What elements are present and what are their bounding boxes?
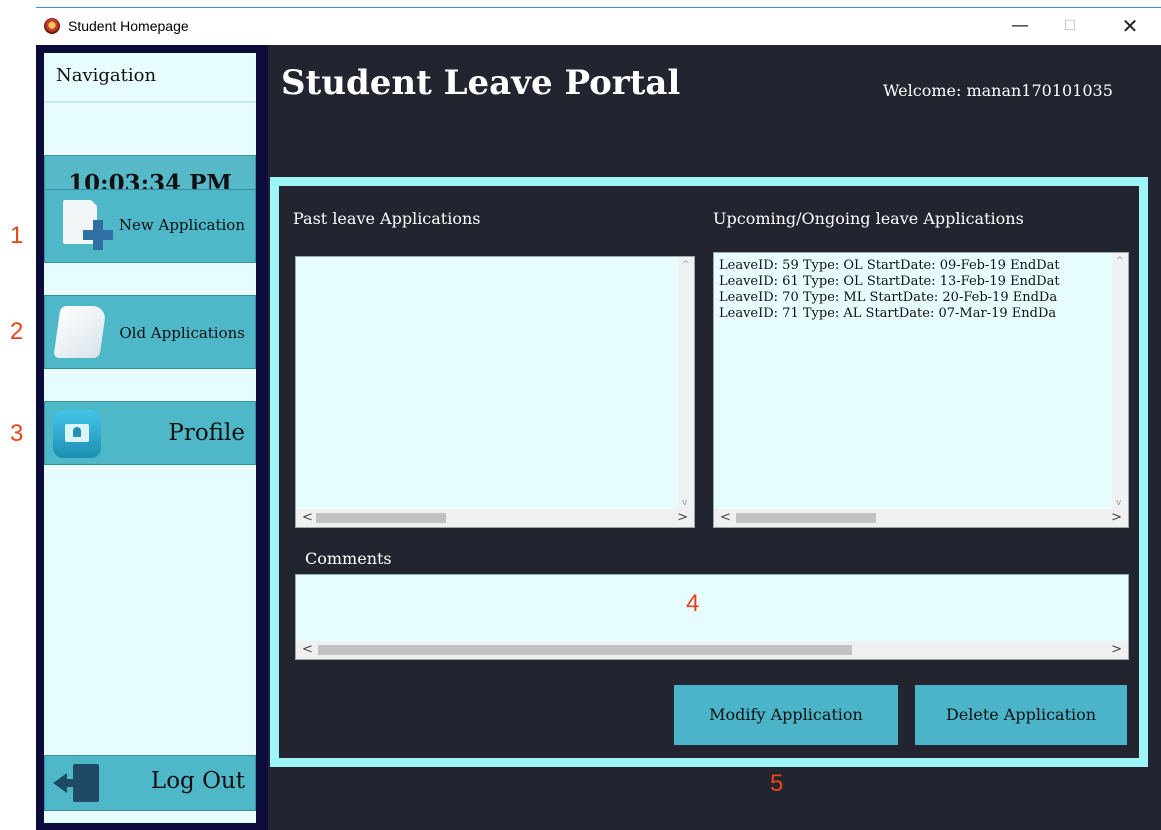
scroll-right-icon[interactable]: > (1111, 642, 1122, 657)
scrollbar-thumb[interactable] (316, 513, 446, 523)
list-item[interactable]: LeaveID: 71 Type: AL StartDate: 07-Mar-1… (719, 306, 1110, 322)
annotation-3: 3 (10, 420, 24, 447)
scroll-down-icon[interactable]: v (1116, 498, 1121, 508)
minimize-button[interactable]: — (1004, 14, 1036, 38)
plus-icon (83, 220, 113, 250)
annotation-5: 5 (770, 770, 784, 797)
scroll-right-icon[interactable]: > (1111, 510, 1122, 525)
scroll-up-icon[interactable]: ^ (682, 260, 690, 270)
scroll-down-icon[interactable]: v (682, 498, 687, 508)
delete-application-button[interactable]: Delete Application (915, 685, 1127, 745)
past-applications-list[interactable]: ^ v < > (295, 256, 695, 528)
new-application-label: New Application (118, 216, 245, 234)
logout-button[interactable]: Log Out (44, 755, 256, 811)
modify-application-button[interactable]: Modify Application (674, 685, 898, 745)
profile-icon (53, 410, 101, 458)
app-client-area: Navigation 10:03:34 PM New Application O… (36, 45, 1161, 830)
upcoming-list-vertical-scrollbar[interactable]: ^ v (1112, 253, 1128, 511)
past-list-vertical-scrollbar[interactable]: ^ v (678, 257, 694, 511)
old-applications-label: Old Applications (119, 324, 245, 342)
upcoming-list-items: LeaveID: 59 Type: OL StartDate: 09-Feb-1… (719, 258, 1110, 322)
scroll-left-icon[interactable]: < (720, 510, 731, 525)
comments-horizontal-scrollbar[interactable]: < > (296, 641, 1128, 659)
upcoming-list-horizontal-scrollbar[interactable]: < > (714, 509, 1128, 527)
scroll-left-icon[interactable]: < (302, 642, 313, 657)
annotation-2: 2 (10, 318, 24, 345)
scroll-up-icon[interactable]: ^ (1116, 256, 1124, 266)
app-logo-icon (44, 18, 60, 34)
list-item[interactable]: LeaveID: 61 Type: OL StartDate: 13-Feb-1… (719, 274, 1110, 290)
window-titlebar: Student Homepage — ☐ ✕ (36, 7, 1161, 46)
profile-button[interactable]: Profile (44, 401, 256, 465)
profile-label: Profile (168, 420, 245, 446)
past-applications-label: Past leave Applications (293, 209, 481, 228)
logout-door-icon (73, 764, 99, 802)
comments-field[interactable]: < > (295, 574, 1129, 660)
scrollbar-thumb[interactable] (736, 513, 876, 523)
welcome-text: Welcome: manan170101035 (883, 81, 1113, 100)
close-button[interactable]: ✕ (1114, 14, 1146, 38)
navigation-sidebar: Navigation 10:03:34 PM New Application O… (36, 45, 268, 830)
comments-label: Comments (305, 549, 392, 568)
scroll-left-icon[interactable]: < (302, 510, 313, 525)
folder-icon (53, 306, 107, 358)
navigation-title: Navigation (56, 65, 157, 86)
upcoming-applications-label: Upcoming/Ongoing leave Applications (713, 209, 1024, 228)
navigation-divider (44, 101, 256, 103)
logout-label: Log Out (150, 768, 245, 794)
upcoming-applications-list[interactable]: LeaveID: 59 Type: OL StartDate: 09-Feb-1… (713, 252, 1129, 528)
applications-frame: Past leave Applications Upcoming/Ongoing… (270, 177, 1148, 767)
maximize-button[interactable]: ☐ (1054, 14, 1086, 38)
old-applications-button[interactable]: Old Applications (44, 295, 256, 369)
scrollbar-thumb[interactable] (318, 645, 852, 655)
scroll-right-icon[interactable]: > (677, 510, 688, 525)
annotation-4: 4 (686, 590, 700, 617)
logout-arrow-icon (53, 773, 81, 793)
past-list-horizontal-scrollbar[interactable]: < > (296, 509, 694, 527)
new-application-button[interactable]: New Application (44, 189, 256, 263)
window-title: Student Homepage (68, 18, 189, 34)
applications-panel: Past leave Applications Upcoming/Ongoing… (279, 186, 1139, 758)
list-item[interactable]: LeaveID: 70 Type: ML StartDate: 20-Feb-1… (719, 290, 1110, 306)
list-item[interactable]: LeaveID: 59 Type: OL StartDate: 09-Feb-1… (719, 258, 1110, 274)
page-title: Student Leave Portal (281, 63, 681, 103)
annotation-1: 1 (10, 222, 24, 249)
